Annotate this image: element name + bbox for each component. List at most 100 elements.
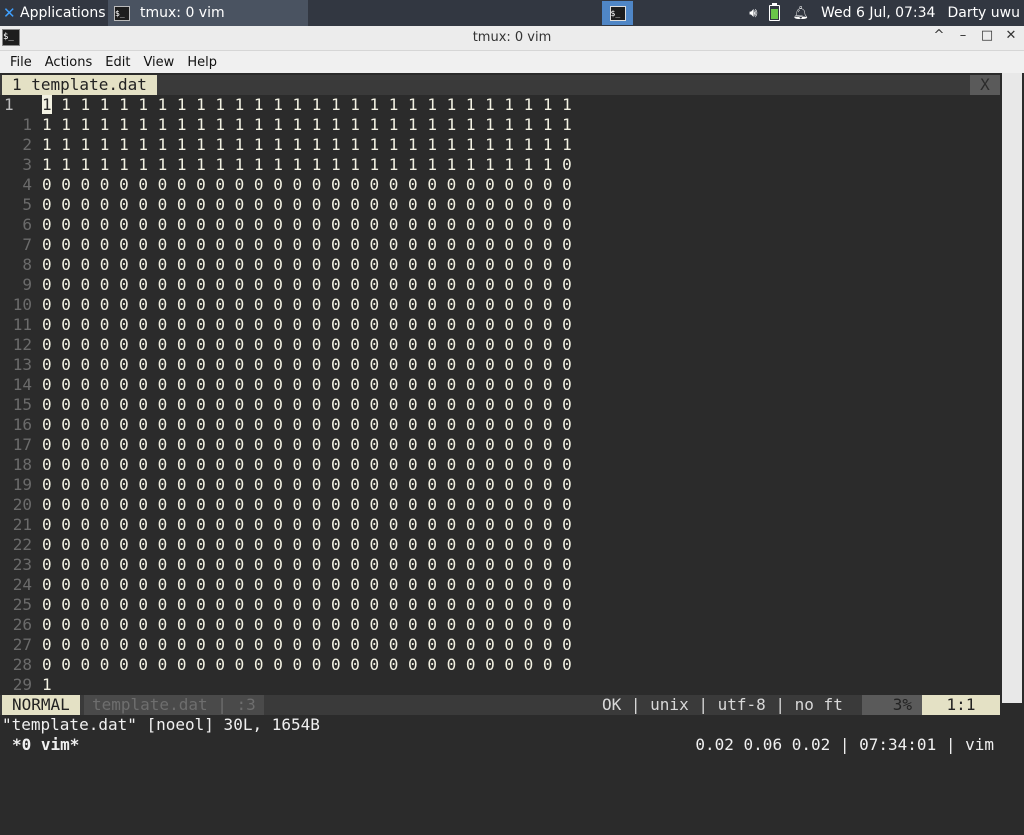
menu-view[interactable]: View [139, 55, 183, 70]
line-content: 0 0 0 0 0 0 0 0 0 0 0 0 0 0 0 0 0 0 0 0 … [42, 215, 572, 234]
buffer-line[interactable]: 11 1 1 1 1 1 1 1 1 1 1 1 1 1 1 1 1 1 1 1… [0, 95, 572, 115]
line-content: 0 0 0 0 0 0 0 0 0 0 0 0 0 0 0 0 0 0 0 0 … [42, 495, 572, 514]
notification-bell-icon[interactable]: 🔔︎ [792, 6, 809, 21]
vim-statusline: NORMAL template.dat | :3 OK | unix | utf… [0, 695, 1000, 715]
line-number: 17 [12, 435, 32, 454]
buffer-line[interactable]: 5 0 0 0 0 0 0 0 0 0 0 0 0 0 0 0 0 0 0 0 0… [0, 195, 571, 215]
user-menu[interactable]: Darty uwu [947, 5, 1020, 21]
buffer-line[interactable]: 6 0 0 0 0 0 0 0 0 0 0 0 0 0 0 0 0 0 0 0 0… [0, 215, 572, 235]
vim-tabline: 1 template.dat X [0, 75, 1000, 95]
buffer-line[interactable]: 18 0 0 0 0 0 0 0 0 0 0 0 0 0 0 0 0 0 0 0 … [0, 455, 572, 475]
buffer-line[interactable]: 21 0 0 0 0 0 0 0 0 0 0 0 0 0 0 0 0 0 0 0 … [0, 515, 572, 535]
terminal-icon: $_ [609, 5, 626, 21]
text-cursor: 1 [42, 95, 52, 114]
line-content: 0 0 0 0 0 0 0 0 0 0 0 0 0 0 0 0 0 0 0 0 … [42, 555, 572, 574]
menu-edit[interactable]: Edit [101, 55, 139, 70]
line-content: 0 0 0 0 0 0 0 0 0 0 0 0 0 0 0 0 0 0 0 0 … [42, 335, 572, 354]
line-number: 25 [12, 595, 32, 614]
buffer-line[interactable]: 19 0 0 0 0 0 0 0 0 0 0 0 0 0 0 0 0 0 0 0 … [0, 475, 572, 495]
menubar: File Actions Edit View Help [0, 51, 1024, 73]
vim-status-percent: 3% [862, 695, 922, 715]
buffer-line[interactable]: 4 0 0 0 0 0 0 0 0 0 0 0 0 0 0 0 0 0 0 0 0… [0, 175, 571, 195]
buffer-line[interactable]: 11 1 1 1 1 1 1 1 1 1 1 1 1 1 1 1 1 1 1 1… [0, 115, 571, 135]
buffer-line[interactable]: 17 0 0 0 0 0 0 0 0 0 0 0 0 0 0 0 0 0 0 0 … [0, 435, 572, 455]
terminal-icon: $_ [114, 5, 130, 21]
top-panel: ✕ Applications ☰ $_ tmux: 0 vim $_ 🔊︎ 🔔︎… [0, 0, 1024, 26]
minimize-button[interactable]: – [956, 28, 970, 43]
line-content: 0 0 0 0 0 0 0 0 0 0 0 0 0 0 0 0 0 0 0 0 … [42, 315, 572, 334]
menu-actions[interactable]: Actions [41, 55, 102, 70]
line-number: 11 [12, 315, 32, 334]
buffer-line[interactable]: 11 0 0 0 0 0 0 0 0 0 0 0 0 0 0 0 0 0 0 0 … [0, 315, 572, 335]
applications-menu[interactable]: ✕ Applications ☰ [0, 0, 110, 26]
buffer-line[interactable]: 15 0 0 0 0 0 0 0 0 0 0 0 0 0 0 0 0 0 0 0 … [0, 395, 572, 415]
buffer-line[interactable]: 7 0 0 0 0 0 0 0 0 0 0 0 0 0 0 0 0 0 0 0 0… [0, 235, 572, 255]
line-number: 13 [12, 355, 32, 374]
applications-label: Applications ☰ [20, 5, 110, 21]
taskbar-item-terminal[interactable]: $_ tmux: 0 vim [108, 0, 308, 26]
line-content: 0 0 0 0 0 0 0 0 0 0 0 0 0 0 0 0 0 0 0 0 … [42, 595, 572, 614]
terminal-area[interactable]: 1 template.dat X 11 1 1 1 1 1 1 1 1 1 1 … [0, 73, 1024, 768]
maximize-button[interactable]: □ [980, 28, 994, 43]
line-number: 6 [22, 215, 32, 234]
line-number: 20 [12, 495, 32, 514]
workspace-switcher[interactable]: $_ [602, 1, 633, 25]
scrollbar-thumb[interactable] [1002, 73, 1022, 703]
line-number: 5 [22, 195, 32, 214]
line-content: 1 1 1 1 1 1 1 1 1 1 1 1 1 1 1 1 1 1 1 1 … [42, 95, 572, 115]
menu-file[interactable]: File [0, 55, 41, 70]
line-content: 0 0 0 0 0 0 0 0 0 0 0 0 0 0 0 0 0 0 0 0 … [42, 255, 572, 274]
buffer-line[interactable]: 9 0 0 0 0 0 0 0 0 0 0 0 0 0 0 0 0 0 0 0 0… [0, 275, 571, 295]
line-number: 8 [22, 255, 32, 274]
buffer-line[interactable]: 3 1 1 1 1 1 1 1 1 1 1 1 1 1 1 1 1 1 1 1 1… [0, 155, 571, 175]
buffer-line[interactable]: 20 0 0 0 0 0 0 0 0 0 0 0 0 0 0 0 0 0 0 0 … [0, 495, 572, 515]
line-number: 26 [12, 615, 32, 634]
buffer-line[interactable]: 23 0 0 0 0 0 0 0 0 0 0 0 0 0 0 0 0 0 0 0 … [0, 555, 572, 575]
line-number: 10 [12, 295, 32, 314]
line-content: 0 0 0 0 0 0 0 0 0 0 0 0 0 0 0 0 0 0 0 0 … [42, 455, 572, 474]
tmux-window-item[interactable]: *0 vim* [12, 735, 79, 755]
line-content: 0 0 0 0 0 0 0 0 0 0 0 0 0 0 0 0 0 0 0 0 … [42, 235, 572, 254]
buffer-line[interactable]: 13 0 0 0 0 0 0 0 0 0 0 0 0 0 0 0 0 0 0 0 … [0, 355, 572, 375]
line-content: 0 0 0 0 0 0 0 0 0 0 0 0 0 0 0 0 0 0 0 0 … [42, 395, 572, 414]
line-content: 0 0 0 0 0 0 0 0 0 0 0 0 0 0 0 0 0 0 0 0 … [42, 475, 572, 494]
line-content: 1 [42, 675, 52, 694]
line-content: 0 0 0 0 0 0 0 0 0 0 0 0 0 0 0 0 0 0 0 0 … [42, 515, 572, 534]
line-rest: 1 1 1 1 1 1 1 1 1 1 1 1 1 1 1 1 1 1 1 1 … [51, 95, 572, 114]
buffer-line[interactable]: 12 0 0 0 0 0 0 0 0 0 0 0 0 0 0 0 0 0 0 0 … [0, 335, 572, 355]
line-number: 29 [12, 675, 32, 694]
vim-tab-close-button[interactable]: X [970, 75, 1000, 95]
buffer-line[interactable]: 24 0 0 0 0 0 0 0 0 0 0 0 0 0 0 0 0 0 0 0 … [0, 575, 572, 595]
buffer-line[interactable]: 10 0 0 0 0 0 0 0 0 0 0 0 0 0 0 0 0 0 0 0 … [0, 295, 572, 315]
menu-help[interactable]: Help [183, 55, 226, 70]
buffer-line[interactable]: 16 0 0 0 0 0 0 0 0 0 0 0 0 0 0 0 0 0 0 0 … [0, 415, 572, 435]
buffer-line[interactable]: 26 0 0 0 0 0 0 0 0 0 0 0 0 0 0 0 0 0 0 0 … [0, 615, 572, 635]
terminal-scrollbar[interactable] [1000, 73, 1024, 703]
buffer-line[interactable]: 22 0 0 0 0 0 0 0 0 0 0 0 0 0 0 0 0 0 0 0 … [0, 535, 572, 555]
xfce-logo-icon: ✕ [3, 4, 16, 22]
window-titlebar[interactable]: $_ tmux: 0 vim ^ – □ ✕ [0, 26, 1024, 51]
buffer-line[interactable]: 29 1 [0, 675, 52, 695]
buffer-line[interactable]: 2 1 1 1 1 1 1 1 1 1 1 1 1 1 1 1 1 1 1 1 1… [0, 135, 571, 155]
line-content: 0 0 0 0 0 0 0 0 0 0 0 0 0 0 0 0 0 0 0 0 … [42, 435, 572, 454]
vim-status-info: OK | unix | utf-8 | no ft [602, 695, 843, 714]
buffer-line[interactable]: 27 0 0 0 0 0 0 0 0 0 0 0 0 0 0 0 0 0 0 0 … [0, 635, 572, 655]
collapse-button[interactable]: ^ [932, 28, 946, 43]
vim-tab-template[interactable]: 1 template.dat [2, 75, 157, 95]
vim-command-line[interactable]: "template.dat" [noeol] 30L, 1654B [2, 715, 320, 735]
battery-icon[interactable] [769, 3, 781, 21]
line-content: 0 0 0 0 0 0 0 0 0 0 0 0 0 0 0 0 0 0 0 0 … [42, 355, 572, 374]
line-number: 28 [12, 655, 32, 674]
clock[interactable]: Wed 6 Jul, 07:34 [821, 5, 935, 21]
line-number: 14 [12, 375, 32, 394]
volume-icon[interactable]: 🔊︎ [749, 6, 757, 21]
close-button[interactable]: ✕ [1004, 28, 1018, 43]
line-number: 23 [12, 555, 32, 574]
buffer-line[interactable]: 14 0 0 0 0 0 0 0 0 0 0 0 0 0 0 0 0 0 0 0 … [0, 375, 572, 395]
buffer-line[interactable]: 25 0 0 0 0 0 0 0 0 0 0 0 0 0 0 0 0 0 0 0 … [0, 595, 572, 615]
vim-status-position: 1:1 [922, 695, 1000, 715]
buffer-line[interactable]: 8 0 0 0 0 0 0 0 0 0 0 0 0 0 0 0 0 0 0 0 0… [0, 255, 572, 275]
system-tray: 🔊︎ 🔔︎ Wed 6 Jul, 07:34 Darty uwu [749, 0, 1020, 26]
buffer-line[interactable]: 28 0 0 0 0 0 0 0 0 0 0 0 0 0 0 0 0 0 0 0 … [0, 655, 572, 675]
taskbar-item-label: tmux: 0 vim [140, 5, 225, 21]
